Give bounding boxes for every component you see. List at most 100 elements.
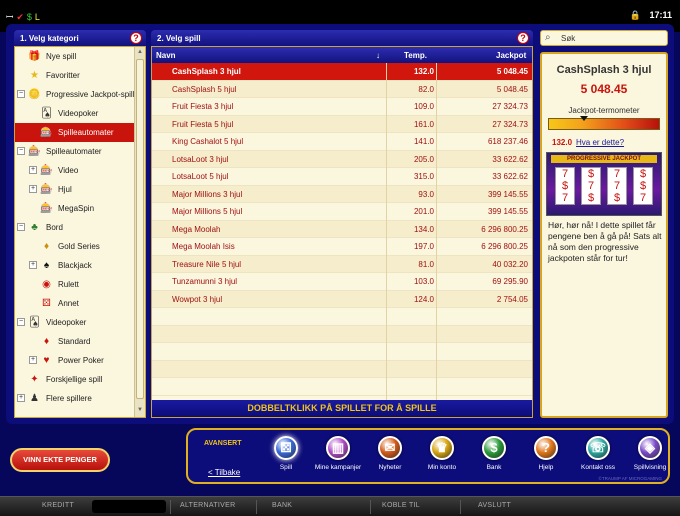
reel-icon: 7 7 $ [607, 167, 627, 205]
sort-down-icon[interactable]: ↓ [376, 51, 380, 60]
category-item[interactable]: 🎰 Spilleautomater [15, 123, 135, 142]
nav-button[interactable]: ? Hjelp [522, 436, 570, 480]
contact-icon: ☏ [586, 436, 610, 460]
game-row[interactable]: Major Millions 3 hjul 93.0 399 145.55 [152, 185, 532, 203]
category-item-label: Hjul [58, 185, 72, 194]
game-row[interactable]: Wowpot 3 hjul 124.0 2 754.05 [152, 290, 532, 308]
category-item[interactable]: + 🎰 Video [15, 161, 135, 180]
category-item[interactable]: + ♠ Blackjack [15, 256, 135, 275]
game-row[interactable]: Major Millions 5 hjul 201.0 399 145.55 [152, 203, 532, 221]
lock-icon: 🔒 [629, 10, 641, 20]
dollar-icon: $ [482, 436, 506, 460]
scrollbar-thumb[interactable] [136, 59, 144, 399]
category-item-label: Bord [46, 223, 63, 232]
category-item-label: Favoritter [46, 71, 80, 80]
nav-button[interactable]: ▥ Mine kampanjer [314, 436, 362, 480]
collapse-icon[interactable]: − [17, 223, 25, 231]
category-item[interactable]: ♦ Gold Series [15, 237, 135, 256]
category-item-label: Rulett [58, 280, 79, 289]
alternatives-button[interactable]: ALTERNATIVER [180, 502, 235, 509]
game-temp: 205.0 [413, 154, 434, 164]
help-icon[interactable]: ? [517, 32, 529, 44]
category-item[interactable]: ⚄ Annet [15, 294, 135, 313]
category-item[interactable]: + ♥ Power Poker [15, 351, 135, 370]
expand-icon[interactable]: + [29, 185, 37, 193]
collapse-icon[interactable]: − [17, 90, 25, 98]
slot-icon: 🎰 [40, 165, 53, 176]
expand-icon[interactable]: + [29, 356, 37, 364]
scroll-up-icon[interactable]: ▲ [136, 49, 144, 57]
game-row[interactable]: CashSplash 5 hjul 82.0 5 048.45 [152, 80, 532, 98]
jackpot-icon: 🪙 [28, 89, 41, 100]
bank-button[interactable]: BANK [272, 502, 292, 509]
category-item[interactable]: ♦ Standard [15, 332, 135, 351]
game-jackpot: 6 296 800.25 [481, 224, 528, 234]
games-panel: Navn ↓ Temp. Jackpot CashSplash 3 hjul 13… [151, 46, 533, 418]
collapse-icon[interactable]: − [17, 318, 25, 326]
game-jackpot: 33 622.62 [492, 172, 528, 181]
games-footer: DOBBELTKLIKK PÅ SPILLET FOR Å SPILLE [152, 400, 532, 417]
game-row[interactable]: LotsaLoot 5 hjul 315.0 33 622.62 [152, 168, 532, 186]
game-name: Major Millions 3 hjul [172, 189, 243, 199]
status-time: 17:11 [649, 10, 672, 20]
bottom-bar: KREDITT ALTERNATIVER BANK KOBLE TIL AVSL… [0, 496, 680, 516]
nav-button[interactable]: ◈ Spillvisning [626, 436, 674, 480]
category-item[interactable]: + 🎰 Hjul [15, 180, 135, 199]
status-icon: $ [26, 12, 32, 22]
expand-icon[interactable]: + [29, 261, 37, 269]
help-icon[interactable]: ? [130, 32, 142, 44]
game-temp: 109.0 [413, 102, 434, 111]
game-row[interactable]: LotsaLoot 3 hjul 205.0 33 622.62 [152, 150, 532, 168]
back-link[interactable]: < Tilbake [208, 468, 240, 477]
category-item[interactable]: − ♣ Bord [15, 218, 135, 237]
category-item-label: Spilleautomater [58, 128, 114, 137]
category-item[interactable]: 🂡 Videopoker [15, 104, 135, 123]
game-temp: 197.0 [413, 242, 434, 251]
expand-icon[interactable]: + [29, 166, 37, 174]
game-jackpot: 5 048.45 [496, 84, 528, 94]
game-row [152, 308, 532, 326]
category-header-label: 1. Velg kategori [20, 34, 79, 43]
game-thumbnail[interactable]: PROGRESSIVE JACKPOT 7 $7 $7 $ 7 7 $ $ $7 [546, 152, 662, 216]
nav-button[interactable]: ☏ Kontakt oss [574, 436, 622, 480]
game-row[interactable]: Mega Moolah Isis 197.0 6 296 800.25 [152, 238, 532, 256]
category-item-label: Gold Series [58, 242, 100, 251]
game-row[interactable]: Treasure Nile 5 hjul 81.0 40 032.20 [152, 255, 532, 273]
game-temp: 315.0 [413, 172, 434, 181]
game-row[interactable]: CashSplash 3 hjul 132.0 5 048.45 [152, 63, 532, 81]
category-item[interactable]: ◉ Rulett [15, 275, 135, 294]
blackjack-icon: ♠ [43, 260, 50, 271]
nav-button[interactable]: $ Bank [470, 436, 518, 480]
real-money-button[interactable]: VINN EKTE PENGER [10, 448, 110, 472]
gift-icon: 🎁 [28, 51, 41, 62]
games-column-headers: Navn ↓ Temp. Jackpot [152, 47, 532, 63]
game-row[interactable]: Tunzamunni 3 hjul 103.0 69 295.90 [152, 273, 532, 291]
exit-button[interactable]: AVSLUTT [478, 502, 511, 509]
category-item[interactable]: − 🪙 Progressive Jackpot-spill [15, 85, 135, 104]
column-jackpot[interactable]: Jackpot [496, 51, 526, 60]
category-scrollbar[interactable]: ▲ ▼ [134, 47, 145, 417]
category-item[interactable]: 🎁 Nye spill [15, 47, 135, 66]
game-row[interactable]: Fruit Fiesta 5 hjul 161.0 27 324.73 [152, 115, 532, 133]
category-item[interactable]: + ♟ Flere spillere [15, 389, 135, 408]
what-is-this-link[interactable]: Hva er dette? [576, 138, 624, 147]
nav-button[interactable]: ✉ Nyheter [366, 436, 414, 480]
nav-button[interactable]: ♛ Min konto [418, 436, 466, 480]
game-row[interactable]: Fruit Fiesta 3 hjul 109.0 27 324.73 [152, 98, 532, 116]
column-name[interactable]: Navn [156, 51, 176, 60]
game-row[interactable]: King Cashalot 5 hjul 141.0 618 237.46 [152, 133, 532, 151]
connect-button[interactable]: KOBLE TIL [382, 502, 420, 509]
game-row [152, 378, 532, 396]
category-item[interactable]: 🎰 MegaSpin [15, 199, 135, 218]
category-item[interactable]: − 🂡 Videopoker [15, 313, 135, 332]
nav-button[interactable]: ⚄ Spill [262, 436, 310, 480]
category-item[interactable]: ★ Favoritter [15, 66, 135, 85]
collapse-icon[interactable]: − [17, 147, 25, 155]
search-input[interactable]: ⌕ Søk [540, 30, 668, 46]
column-temp[interactable]: Temp. [404, 51, 427, 60]
expand-icon[interactable]: + [17, 394, 25, 402]
category-item[interactable]: ✦ Forskjellige spill [15, 370, 135, 389]
game-row[interactable]: Mega Moolah 134.0 6 296 800.25 [152, 220, 532, 238]
scroll-down-icon[interactable]: ▼ [136, 407, 144, 415]
category-item[interactable]: − 🎰 Spilleautomater [15, 142, 135, 161]
